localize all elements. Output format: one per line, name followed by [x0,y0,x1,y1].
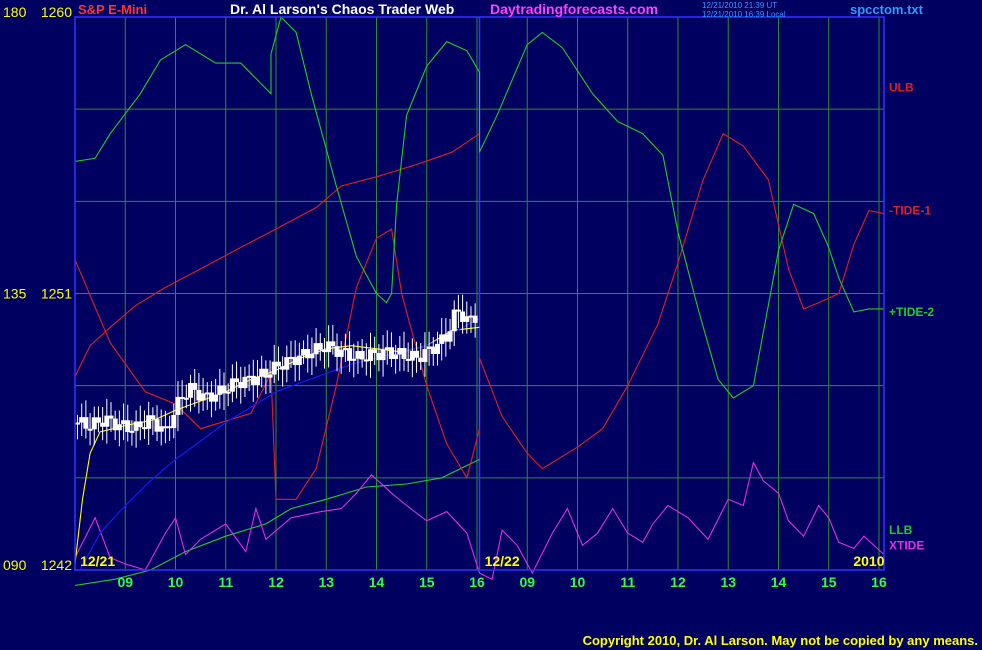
hour-tick-6: 15 [419,574,435,590]
series-label-tide-1: -TIDE-1 [889,204,931,218]
price-bar-body-91 [455,309,461,312]
timestamp-ut: 12/21/2010 21:39 UT [702,1,777,10]
date-label-2010: 2010 [853,553,884,569]
price-bar-body-5 [95,417,101,423]
price-bar-body-81 [414,350,420,358]
price-bar-body-40 [242,376,248,389]
hour-tick-0: 09 [117,574,133,590]
y-tick-angle-180: 180 [3,4,27,20]
price-bar-body-95 [472,315,478,323]
price-bar-body-83 [422,349,428,363]
price-bar-body-73 [380,349,386,361]
price-bar-body-43 [254,376,260,385]
price-bar-body-0 [75,422,81,425]
hour-tick-15: 16 [871,574,887,590]
series-label-xtide: XTIDE [889,538,924,552]
price-bar-body-33 [213,394,219,402]
price-bar-body-66 [351,358,357,361]
price-bar-body-61 [330,341,336,347]
site-name: Daytradingforecasts.com [490,1,658,17]
filename: spcctom.txt [850,2,924,17]
price-bar-body-56 [309,354,315,359]
hour-tick-14: 15 [821,574,837,590]
price-bar-body-26 [183,397,189,400]
price-bar-body-78 [401,347,407,359]
hour-tick-7: 16 [469,574,485,590]
chaos-trader-chart: 180 1260 135 1251 090 1242 12/21 12/22 2010 09 10 1… [0,0,982,650]
series-label-tide-2: +TIDE-2 [889,305,934,319]
price-bar-body-58 [317,343,323,350]
price-bar-body-28 [192,382,198,390]
date-label-12-22: 12/22 [485,553,520,569]
hour-tick-4: 13 [318,574,334,590]
date-label-12-21: 12/21 [80,553,115,569]
hour-tick-12: 13 [720,574,736,590]
price-bar-body-71 [372,349,378,354]
price-bar-body-2 [83,417,89,429]
copyright: Copyright 2010, Dr. Al Larson. May not b… [583,633,978,648]
symbol-title: S&P E-Mini [78,2,147,17]
hour-tick-9: 10 [570,574,586,590]
hour-tick-13: 14 [771,574,787,590]
hour-tick-5: 14 [369,574,385,590]
y-tick-price-1242: 1242 [41,557,72,573]
price-bar-body-50 [284,357,290,370]
hour-tick-3: 12 [268,574,284,590]
price-bar-body-90 [451,309,457,332]
price-bar-body-38 [234,378,240,383]
price-bar-body-48 [275,361,281,367]
price-bar-body-15 [137,421,143,428]
price-bar-body-18 [150,415,156,420]
hour-tick-2: 11 [218,574,233,590]
timestamp-local: 12/21/2010 16:39 Local [702,10,786,19]
price-bar-body-76 [393,354,399,359]
hour-tick-11: 12 [670,574,686,590]
price-bar-body-63 [338,349,344,357]
series-label-llb: LLB [889,523,913,537]
price-bar-body-36 [225,391,231,394]
price-bar-body-24 [175,396,181,415]
price-bar-body-46 [267,374,273,378]
price-bar-body-8 [108,415,114,419]
price-bar-body-53 [296,355,302,366]
y-tick-angle-090: 090 [3,557,27,573]
chart-title: Dr. Al Larson's Chaos Trader Web [230,1,454,17]
price-bar-body-30 [200,393,206,401]
price-bar-body-89 [447,331,453,342]
price-bar-body-12 [125,420,131,433]
series-label-ulb: ULB [889,81,914,95]
price-bar-body-10 [116,424,122,431]
hour-tick-8: 09 [519,574,535,590]
hour-tick-10: 11 [620,574,635,590]
price-bar-body-13 [129,430,135,433]
y-tick-price-1251: 1251 [41,286,72,302]
price-bar-body-23 [171,414,177,428]
y-tick-angle-135: 135 [3,286,27,302]
y-tick-price-1260: 1260 [41,4,72,20]
hour-tick-1: 10 [168,574,184,590]
price-bar-body-86 [434,343,440,355]
price-bar-body-68 [359,350,365,360]
